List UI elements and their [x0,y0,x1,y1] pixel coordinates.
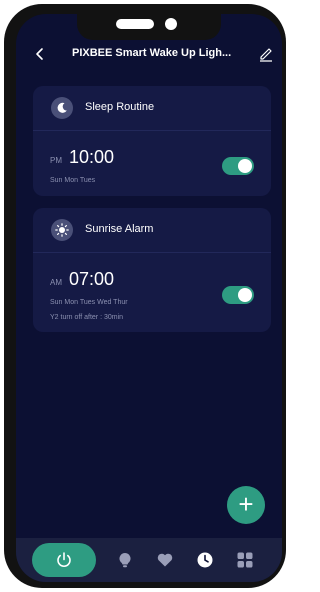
alarm-days: Sun Mon Tues Wed Thur [50,299,128,306]
bulb-icon [119,552,131,568]
alarm-ampm: AM [50,278,62,287]
alarm-card-sleep-routine[interactable]: Sleep Routine PM 10:00 Sun Mon Tues [33,86,271,196]
grid-icon [237,552,253,568]
alarm-card-header: Sleep Routine [33,86,271,131]
moon-icon [57,102,67,113]
alarm-card-header: Sunrise Alarm [33,208,271,253]
alarm-time: 07:00 [69,269,115,289]
alarm-note: Y2 turn off after : 30min [50,314,124,321]
alarm-card-sunrise-alarm[interactable]: Sunrise Alarm AM 07:00 Sun Mon Tues Wed … [33,208,271,332]
alarm-time: 10:00 [69,147,115,167]
edit-button[interactable] [258,46,274,62]
alarm-icon-badge [51,97,73,119]
clock-icon [197,552,213,568]
phone-speaker [116,19,154,29]
add-alarm-button[interactable]: + [227,486,265,524]
nav-item-light[interactable] [116,551,134,569]
chevron-left-icon [36,48,43,60]
sun-icon [55,223,69,237]
pencil-icon [260,48,272,62]
power-button[interactable] [32,543,96,577]
nav-item-favorites[interactable] [156,551,174,569]
alarm-toggle[interactable] [222,157,254,175]
phone-camera [165,18,177,30]
nav-item-scenes[interactable] [236,551,254,569]
alarm-name: Sleep Routine [85,101,155,113]
alarm-days: Sun Mon Tues [50,177,96,184]
alarm-toggle[interactable] [222,286,254,304]
heart-icon [157,553,173,567]
alarm-ampm: PM [50,156,62,165]
alarm-icon-badge [51,219,73,241]
nav-item-alarms[interactable] [196,551,214,569]
toggle-knob [238,159,252,173]
back-button[interactable] [32,46,48,62]
alarm-name: Sunrise Alarm [85,223,154,235]
bottom-nav [16,538,282,582]
phone-frame: PIXBEE Smart Wake Up Ligh... Sleep Routi… [4,4,286,588]
page-title: PIXBEE Smart Wake Up Ligh... [72,47,232,59]
app-screen: PIXBEE Smart Wake Up Ligh... Sleep Routi… [16,14,282,582]
power-icon [57,552,71,567]
toggle-knob [238,288,252,302]
